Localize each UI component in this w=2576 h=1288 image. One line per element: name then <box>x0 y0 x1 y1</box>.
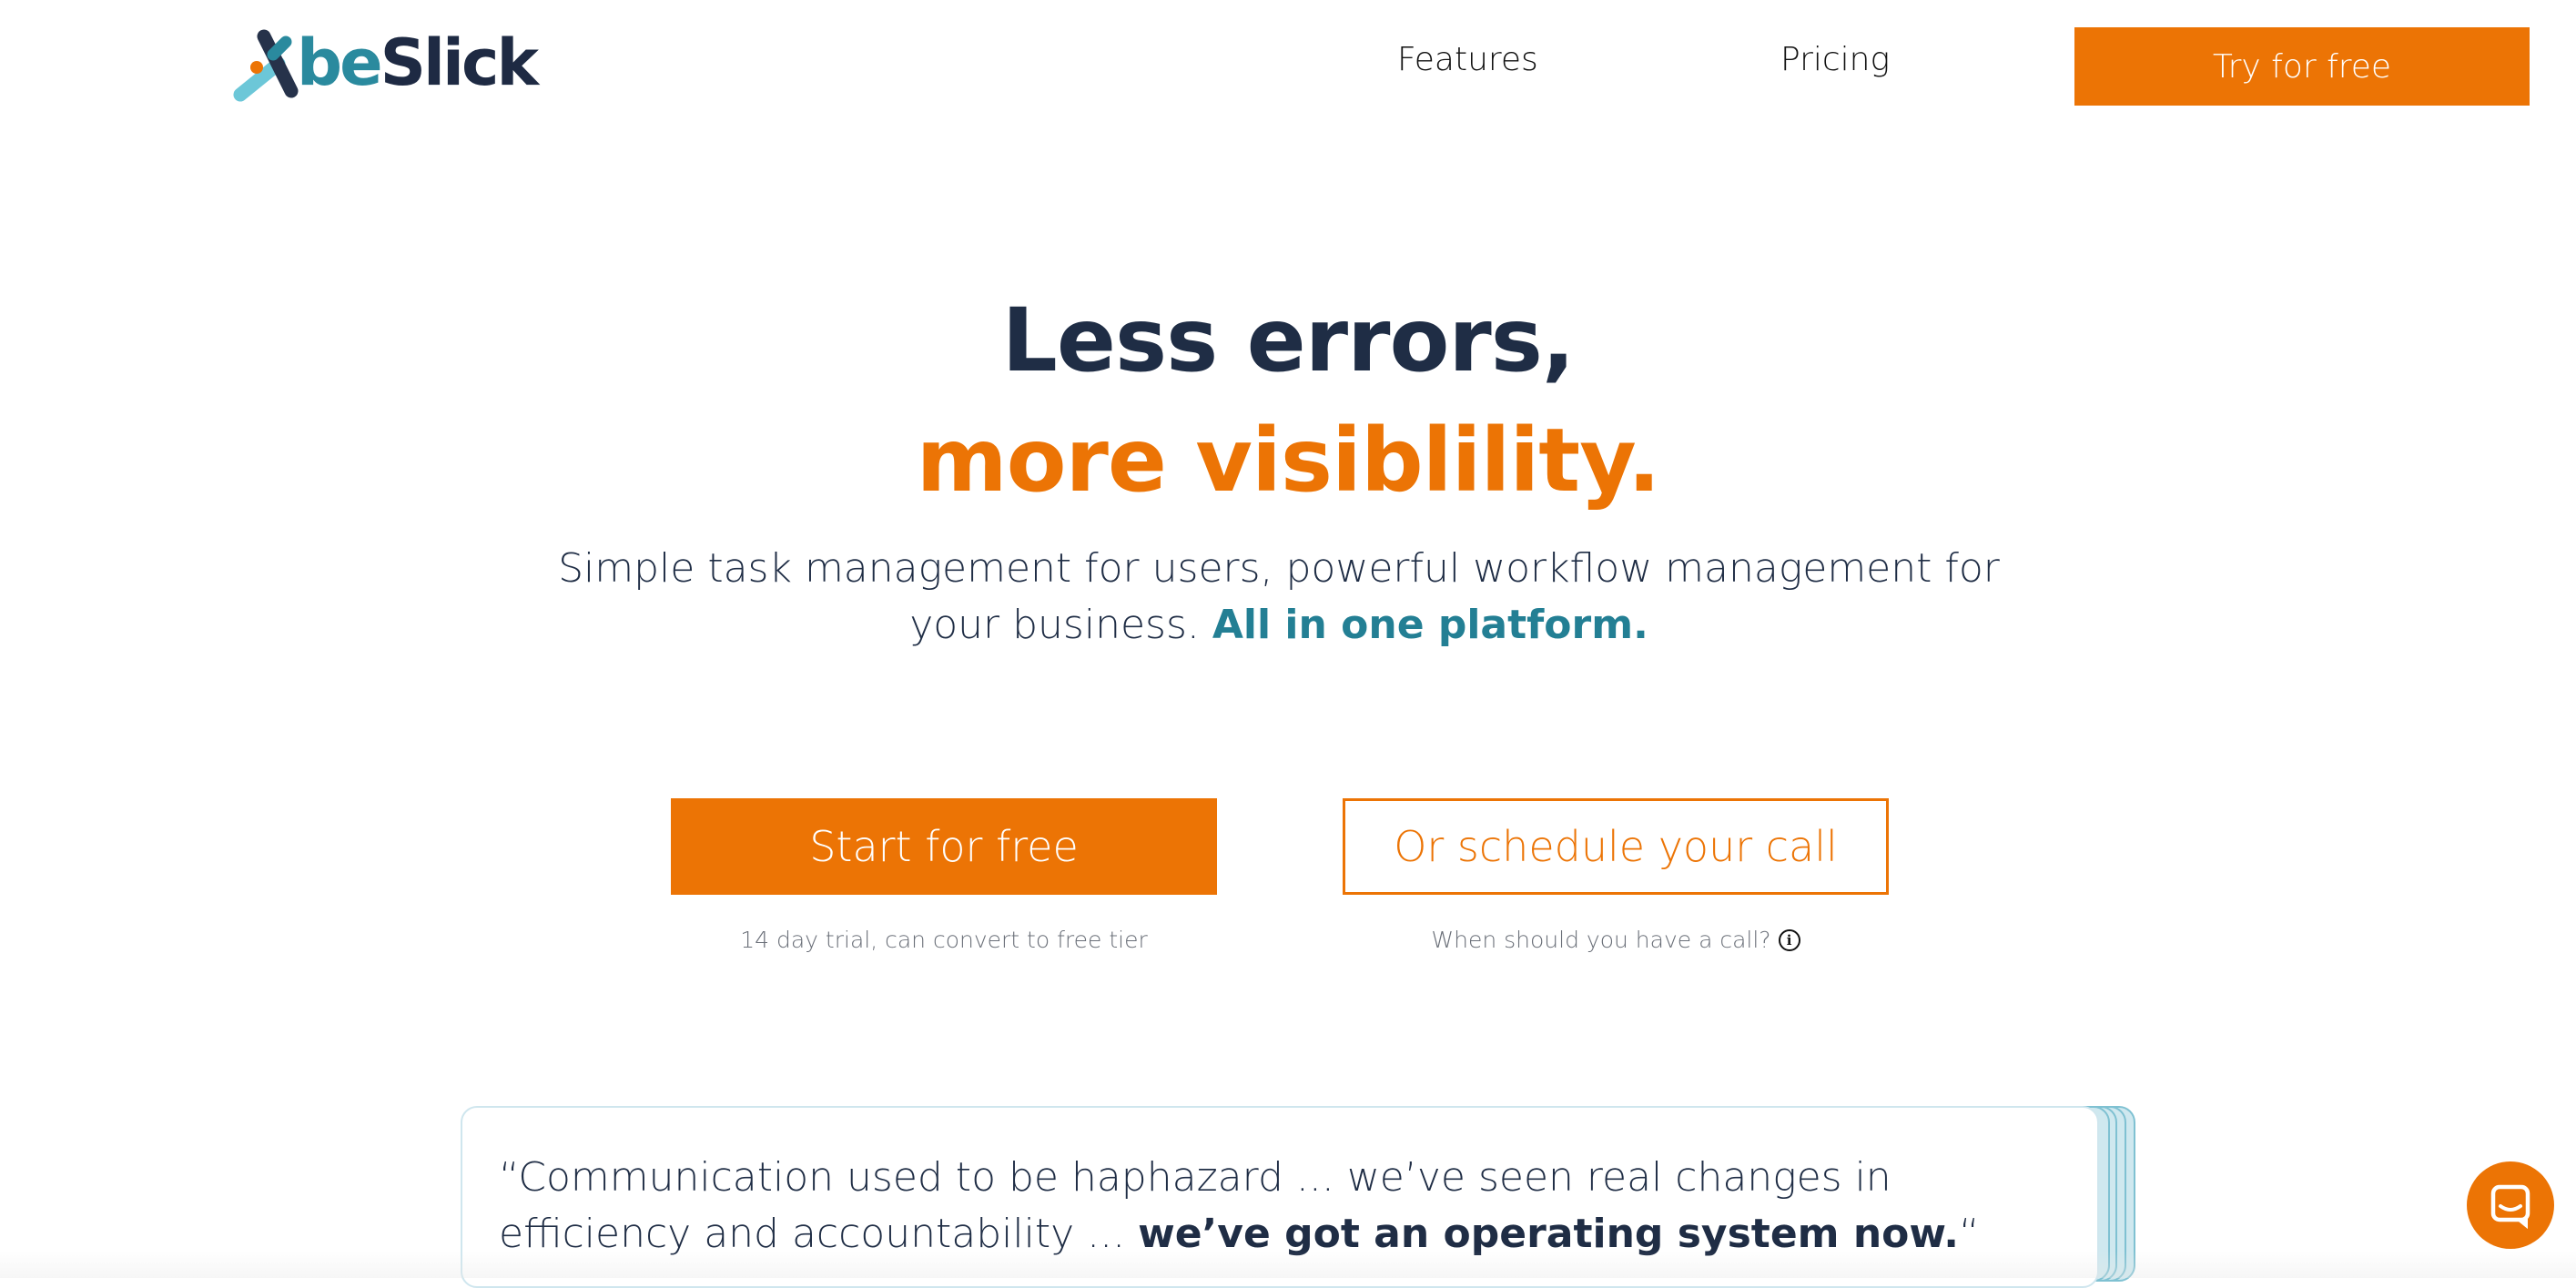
hero-subtitle-highlight: All in one platform. <box>1212 602 1648 648</box>
x-logo-icon <box>233 29 299 102</box>
info-icon[interactable]: i <box>1778 929 1800 951</box>
schedule-call-button[interactable]: Or schedule your call <box>1343 798 1889 895</box>
chat-bubble-icon <box>2490 1184 2530 1230</box>
hero-title-line1: Less errors, <box>1001 289 1576 391</box>
bottom-fade <box>0 1251 2576 1278</box>
chat-launcher-button[interactable] <box>2467 1161 2554 1249</box>
trial-note: 14 day trial, can convert to free tier <box>740 927 1148 953</box>
nav-features-link[interactable]: Features <box>1397 44 1538 76</box>
try-for-free-button[interactable]: Try for free <box>2074 27 2530 106</box>
logo-wordmark: beSlick <box>297 31 539 95</box>
hero-subtitle: Simple task management for users, powerf… <box>546 541 2012 654</box>
call-note: When should you have a call? i <box>1343 927 1889 953</box>
nav-pricing-link[interactable]: Pricing <box>1780 44 1890 76</box>
logo-text-be: be <box>297 25 383 100</box>
hero-title-line2: more visiblility. <box>916 410 1661 512</box>
beslick-logo[interactable]: beSlick <box>229 25 539 107</box>
logo-text-slick: Slick <box>380 25 539 100</box>
start-for-free-button[interactable]: Start for free <box>671 798 1217 895</box>
call-note-text: When should you have a call? <box>1431 927 1771 953</box>
